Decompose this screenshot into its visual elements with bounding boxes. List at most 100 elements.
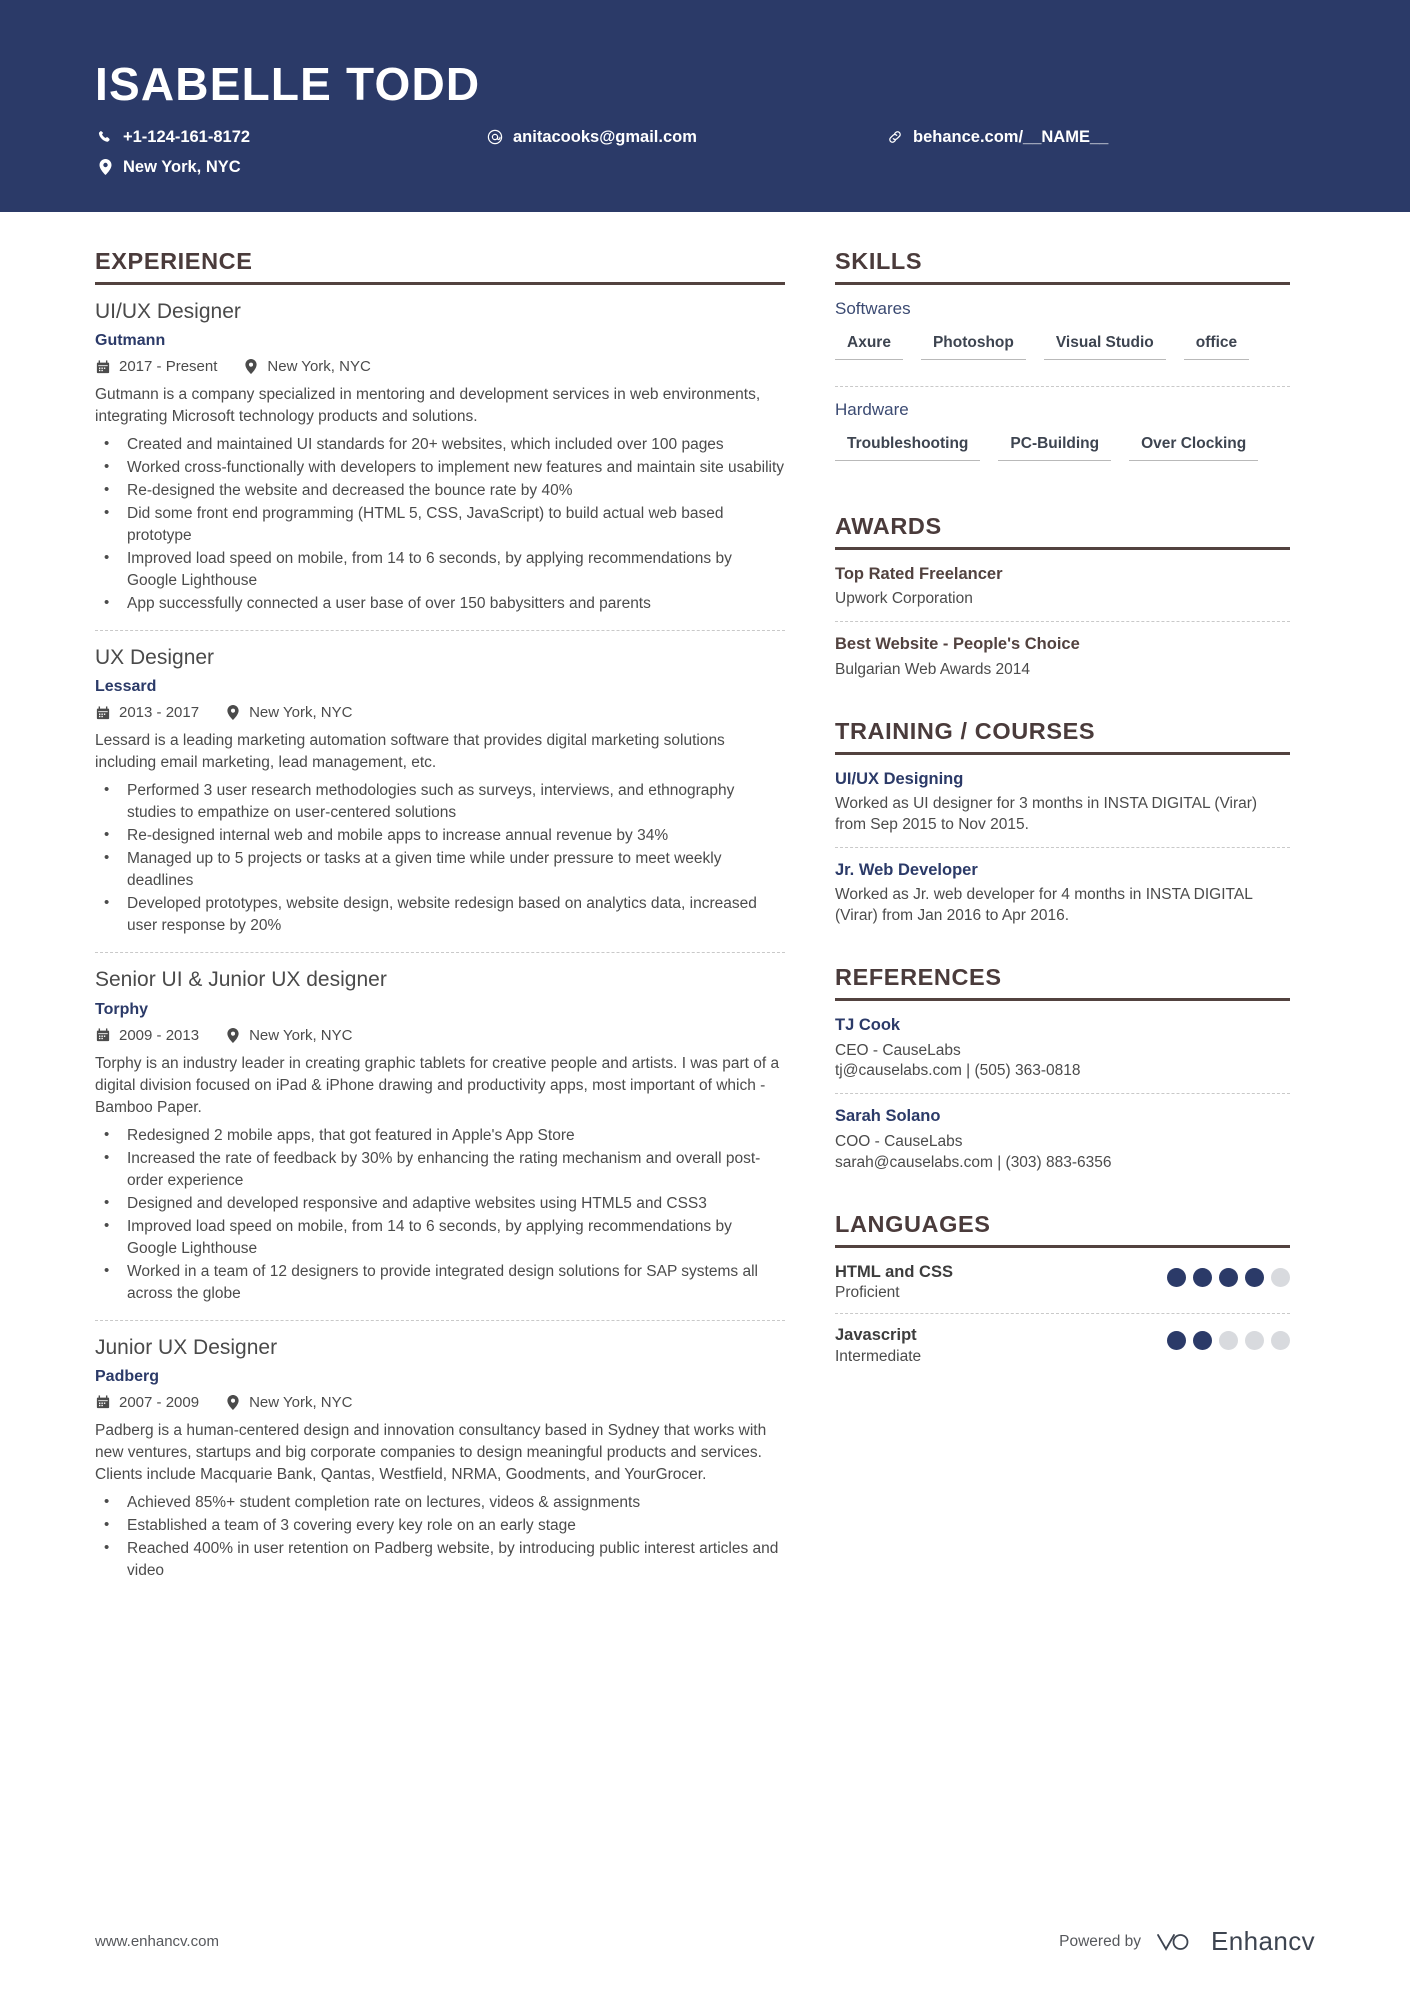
location-icon xyxy=(225,705,241,721)
job-role: Junior UX Designer xyxy=(95,1335,278,1359)
link-icon xyxy=(885,129,905,145)
job-bullet: Improved load speed on mobile, from 14 t… xyxy=(95,547,785,592)
award-entry-title: Best Website - People's Choice xyxy=(835,635,1080,654)
reference-entry: Sarah Solano COO - CauseLabs sarah@causela… xyxy=(835,1106,1290,1184)
footer-powered-by: Powered by xyxy=(1059,1932,1142,1950)
skill-group: Softwares Axure Photoshop Visual Studio offi… xyxy=(835,299,1290,387)
resume-page: ISABELLE TODD +1-124-161-8172 anitacooks… xyxy=(0,0,1410,1995)
calendar-icon xyxy=(95,360,111,374)
awards-heading: AWARDS xyxy=(835,513,1290,550)
training-entry: UI/UX Designing Worked as UI designer for… xyxy=(835,769,1290,848)
job-role: UX Designer xyxy=(95,646,215,670)
training-entry: Jr. Web Developer Worked as Jr. web devel… xyxy=(835,860,1290,938)
footer-url[interactable]: www.enhancv.com xyxy=(95,1933,219,1950)
award-entry-title: Top Rated Freelancer xyxy=(835,564,1003,583)
experience-section: EXPERIENCE UI/UX Designer Gutmann 2017 - P… xyxy=(95,248,785,1597)
skill-tag: Visual Studio xyxy=(1043,331,1166,360)
job-company: Lessard xyxy=(95,678,157,696)
job-dates: 2009 - 2013 xyxy=(95,1027,199,1044)
reference-entry-title: Sarah Solano xyxy=(835,1107,941,1126)
language-rating-dots xyxy=(1167,1325,1290,1351)
experience-list: UI/UX Designer Gutmann 2017 - Present New Y… xyxy=(95,299,785,1597)
rating-dot xyxy=(1271,1331,1290,1351)
job-bullet: App successfully connected a user base o… xyxy=(95,592,785,615)
job-bullets: Performed 3 user research methodologies … xyxy=(95,779,785,937)
footer-brand-name: Enhancv xyxy=(1211,1926,1315,1956)
skill-tag: PC-Building xyxy=(998,432,1112,461)
experience-heading: EXPERIENCE xyxy=(95,248,785,285)
job-bullet: Re-designed the website and decreased th… xyxy=(95,479,785,502)
contact-phone-text: +1-124-161-8172 xyxy=(123,128,251,147)
job-dates: 2013 - 2017 xyxy=(95,704,199,721)
rating-dot xyxy=(1167,1267,1186,1287)
job-bullet: Reached 400% in user retention on Padber… xyxy=(95,1537,785,1582)
language-rating-dots xyxy=(1167,1262,1290,1287)
experience-entry: Senior UI & Junior UX designer Torphy 2009… xyxy=(95,967,785,1321)
contact-email-text: anitacooks@gmail.com xyxy=(513,128,697,147)
references-heading: REFERENCES xyxy=(835,964,1290,1002)
job-bullet: Managed up to 5 projects or tasks at a g… xyxy=(95,847,785,892)
languages-list: HTML and CSS Proficient Javascript Intermed… xyxy=(835,1262,1290,1377)
job-role: Senior UI & Junior UX designer xyxy=(95,968,387,992)
job-role: UI/UX Designer xyxy=(95,299,241,323)
skill-tag: Troubleshooting xyxy=(835,432,981,461)
footer-branding: Powered by Enhancv xyxy=(1059,1926,1315,1957)
language-name: HTML and CSS xyxy=(835,1262,953,1281)
contact-link[interactable]: behance.com/__NAME__ xyxy=(885,126,1265,148)
skills-section: SKILLS Softwares Axure Photoshop Visual Stu… xyxy=(835,248,1290,487)
job-company: Gutmann xyxy=(95,332,166,350)
job-bullet: Worked cross-functionally with developer… xyxy=(95,456,785,479)
reference-entry: TJ Cook CEO - CauseLabs tj@causelabs.com |… xyxy=(835,1015,1290,1095)
rating-dot xyxy=(1245,1331,1264,1351)
rating-dot xyxy=(1193,1331,1212,1351)
phone-icon xyxy=(95,130,115,144)
job-bullet: Worked in a team of 12 designers to prov… xyxy=(95,1260,785,1305)
job-location: New York, NYC xyxy=(243,358,371,375)
training-entry-subtitle: Worked as UI designer for 3 months in IN… xyxy=(835,794,1258,833)
reference-entry-subtitle: sarah@causelabs.com | (303) 883-6356 xyxy=(835,1153,1112,1171)
location-icon xyxy=(225,1027,241,1043)
contact-email[interactable]: anitacooks@gmail.com xyxy=(485,126,885,148)
references-list: TJ Cook CEO - CauseLabs tj@causelabs.com |… xyxy=(835,1015,1290,1185)
rating-dot xyxy=(1219,1331,1238,1351)
job-location: New York, NYC xyxy=(225,1394,352,1411)
job-dates: 2007 - 2009 xyxy=(95,1394,199,1411)
reference-entry-subtitle: tj@causelabs.com | (505) 363-0818 xyxy=(835,1062,1081,1080)
languages-section: LANGUAGES HTML and CSS Proficient Javascri… xyxy=(835,1211,1290,1377)
location-icon xyxy=(243,359,259,375)
awards-list: Top Rated Freelancer Upwork Corporation Be… xyxy=(835,564,1290,692)
resume-header: ISABELLE TODD +1-124-161-8172 anitacooks… xyxy=(0,0,1410,212)
job-location: New York, NYC xyxy=(225,1027,352,1044)
job-bullets: Redesigned 2 mobile apps, that got featu… xyxy=(95,1124,785,1305)
job-meta: 2017 - Present New York, NYC xyxy=(95,358,785,375)
job-dates: 2017 - Present xyxy=(95,358,217,375)
calendar-icon xyxy=(95,1028,111,1042)
skills-list: Softwares Axure Photoshop Visual Studio offi… xyxy=(835,299,1290,487)
email-icon xyxy=(485,129,505,145)
awards-section: AWARDS Top Rated Freelancer Upwork Corpor… xyxy=(835,513,1290,692)
job-bullets: Achieved 85%+ student completion rate on… xyxy=(95,1491,785,1582)
job-bullet: Redesigned 2 mobile apps, that got featu… xyxy=(95,1124,785,1147)
job-bullet: Improved load speed on mobile, from 14 t… xyxy=(95,1215,785,1260)
training-entry-subtitle: Worked as Jr. web developer for 4 months… xyxy=(835,886,1253,925)
rating-dot xyxy=(1167,1331,1186,1351)
training-entry-title: Jr. Web Developer xyxy=(835,860,978,879)
language-row: Javascript Intermediate xyxy=(835,1325,1290,1377)
job-description: Gutmann is a company specialized in ment… xyxy=(95,386,761,426)
references-section: REFERENCES TJ Cook CEO - CauseLabs tj@caus… xyxy=(835,964,1290,1185)
job-bullet: Developed prototypes, website design, we… xyxy=(95,892,785,937)
contact-link-text: behance.com/__NAME__ xyxy=(913,128,1109,147)
job-bullet: Performed 3 user research methodologies … xyxy=(95,779,785,824)
reference-entry-subtitle: CEO - CauseLabs xyxy=(835,1041,961,1059)
award-entry: Best Website - People's Choice Bulgarian … xyxy=(835,634,1290,691)
job-meta: 2009 - 2013 New York, NYC xyxy=(95,1027,785,1044)
job-bullet: Did some front end programming (HTML 5, … xyxy=(95,502,785,547)
language-row: HTML and CSS Proficient xyxy=(835,1262,1290,1315)
skill-group: Hardware Troubleshooting PC-Building Over C… xyxy=(835,400,1290,487)
training-heading: TRAINING / COURSES xyxy=(835,718,1290,755)
skill-tag: Axure xyxy=(835,331,903,360)
language-level: Proficient xyxy=(835,1284,900,1302)
skill-tag-row: Axure Photoshop Visual Studio office xyxy=(835,331,1290,374)
rating-dot xyxy=(1193,1267,1212,1287)
contact-phone[interactable]: +1-124-161-8172 xyxy=(95,126,485,148)
